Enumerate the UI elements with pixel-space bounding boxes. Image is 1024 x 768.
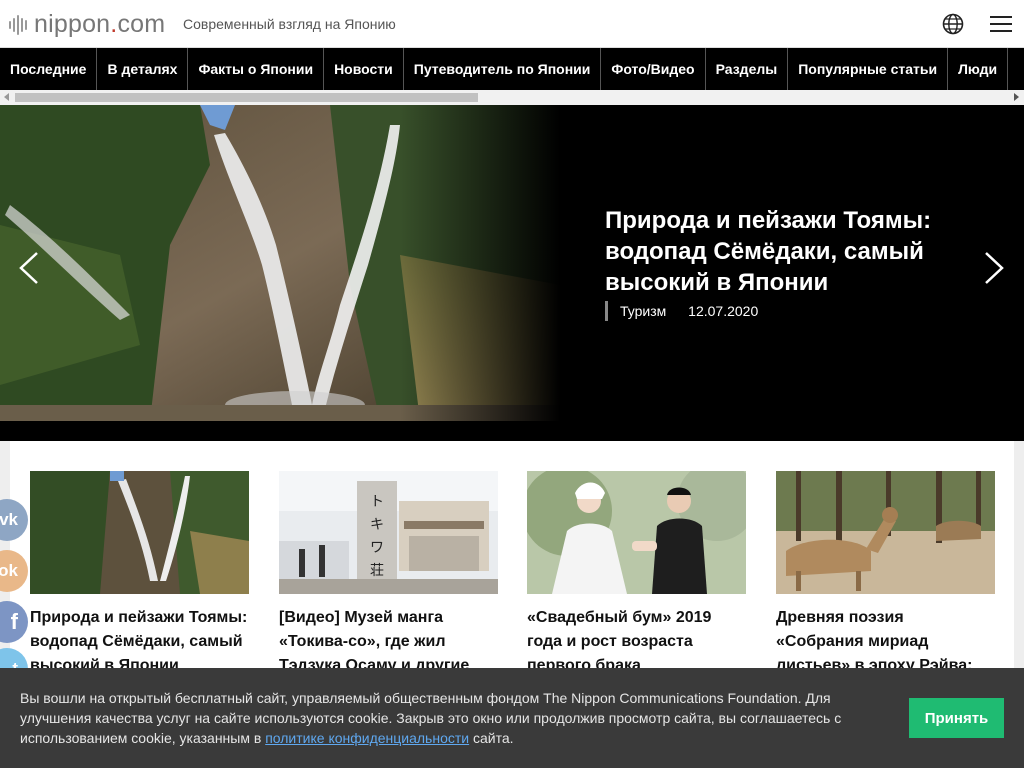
nav-item-latest[interactable]: Последние [0, 48, 98, 90]
privacy-policy-link[interactable]: политике конфиденциальности [265, 730, 469, 746]
article-image-waterfall[interactable] [30, 471, 249, 594]
nav-item-photo-video[interactable]: Фото/Видео [601, 48, 706, 90]
site-tagline: Современный взгляд на Японию [183, 16, 396, 32]
nav-item-in-depth[interactable]: В деталях [97, 48, 189, 90]
globe-icon[interactable] [941, 12, 965, 36]
chevron-left-icon[interactable] [18, 251, 40, 285]
nav-item-news[interactable]: Новости [324, 48, 404, 90]
nav-item-sections[interactable]: Разделы [706, 48, 789, 90]
article-image-wedding[interactable] [527, 471, 746, 594]
chevron-right-icon[interactable] [983, 251, 1005, 285]
scroll-thumb[interactable] [15, 93, 478, 102]
hero-date: 12.07.2020 [688, 303, 759, 319]
site-header: nippon.com Современный взгляд на Японию [0, 0, 1024, 48]
article-card[interactable]: Природа и пейзажи Тоямы: водопад Сёмёдак… [30, 471, 249, 678]
scroll-right-arrow-icon[interactable] [1014, 93, 1019, 101]
logo-text: nippon.com [34, 10, 166, 38]
svg-text:荘: 荘 [370, 563, 384, 579]
nav-item-people[interactable]: Люди [948, 48, 1009, 90]
hero-title[interactable]: Природа и пейзажи Тоямы: водопад Сёмёдак… [605, 205, 965, 298]
accept-cookies-button[interactable]: Принять [909, 698, 1004, 738]
main-nav: Последние В деталях Факты о Японии Новос… [0, 48, 1024, 90]
article-card[interactable]: «Свадебный бум» 2019 года и рост возраст… [527, 471, 746, 678]
hamburger-menu-icon[interactable] [990, 16, 1012, 34]
hero-image-fade [400, 105, 560, 421]
svg-text:ト: ト [370, 494, 384, 510]
article-card[interactable]: Древняя поэзия «Собрания мириад листьев»… [776, 471, 995, 678]
site-logo[interactable]: nippon.com [9, 10, 165, 39]
nav-scrollbar[interactable] [0, 90, 1024, 105]
article-card[interactable]: ト キ ワ 荘 [Видео] Музей манга «Токива-со»,… [279, 471, 498, 678]
hero-category[interactable]: Туризм [620, 303, 666, 319]
cookie-banner: Вы вошли на открытый бесплатный сайт, уп… [0, 668, 1024, 768]
cookie-notice-text: Вы вошли на открытый бесплатный сайт, уп… [20, 690, 842, 746]
hero-meta: Туризм 12.07.2020 [605, 301, 776, 321]
nav-item-travel-guide[interactable]: Путеводитель по Японии [404, 48, 602, 90]
scroll-left-arrow-icon[interactable] [4, 93, 9, 101]
logo-soundwave-icon [9, 13, 27, 37]
hero-slider[interactable]: Природа и пейзажи Тоямы: водопад Сёмёдак… [0, 105, 1024, 441]
svg-text:キ: キ [370, 517, 384, 533]
article-image-manga-museum[interactable]: ト キ ワ 荘 [279, 471, 498, 594]
nav-item-popular[interactable]: Популярные статьи [788, 48, 949, 90]
article-image-deer[interactable] [776, 471, 995, 594]
nav-item-japan-facts[interactable]: Факты о Японии [188, 48, 325, 90]
svg-text:ワ: ワ [370, 540, 384, 556]
